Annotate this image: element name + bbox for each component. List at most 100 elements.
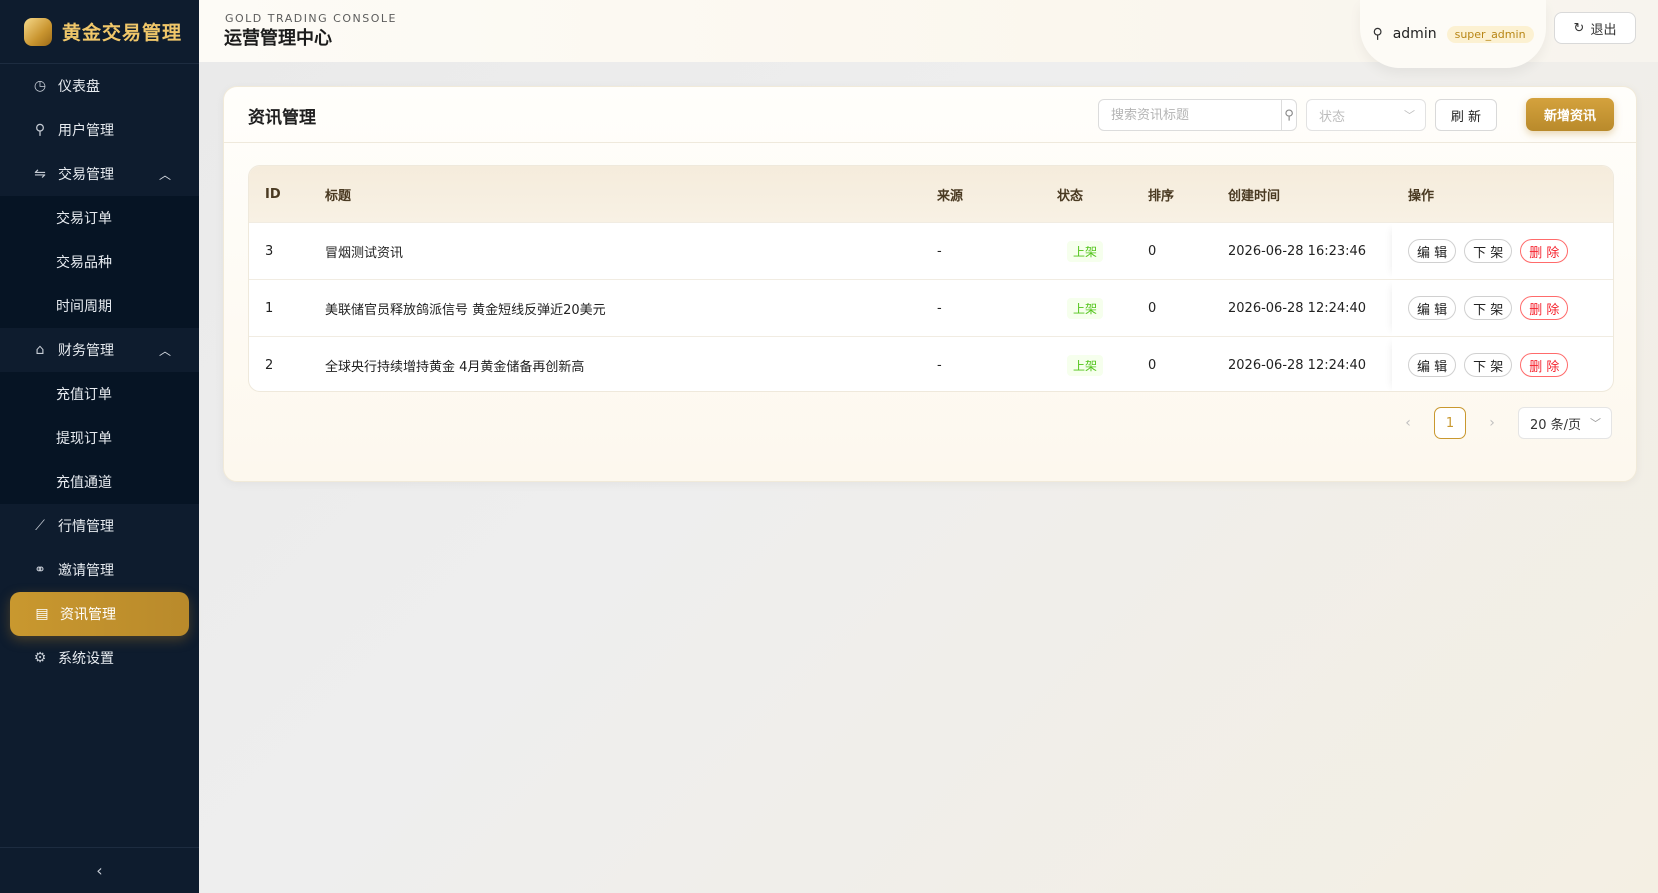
brand-logo <box>24 17 52 46</box>
col-header-actions: 操作 <box>1408 188 1435 204</box>
search-icon[interactable]: ⚲ <box>1281 100 1296 130</box>
delete-button[interactable]: 删 除 <box>1520 239 1569 263</box>
delete-button[interactable]: 删 除 <box>1520 353 1569 377</box>
edit-button[interactable]: 编 辑 <box>1408 239 1457 263</box>
search-input[interactable] <box>1099 100 1281 130</box>
add-news-button[interactable]: 新增资讯 <box>1526 98 1614 131</box>
sidebar-item-trading[interactable]: ⇋ 交易管理 ︿ <box>0 152 199 196</box>
cell-status: 上架 <box>1057 280 1104 336</box>
bank-icon: ⌂ <box>35 342 45 358</box>
top-header: GOLD TRADING CONSOLE 运营管理中心 ⚲ admin supe… <box>199 0 1658 68</box>
logout-button[interactable]: ↻ 退出 <box>1554 12 1636 44</box>
chevron-up-icon: ︿ <box>158 343 171 358</box>
logout-label: 退出 <box>1590 22 1617 38</box>
search-box: ⚲ <box>1098 99 1297 131</box>
cell-actions: 编 辑 下 架 删 除 <box>1392 223 1613 279</box>
table-row: 3 冒烟测试资讯 - 上架 0 2026-06-28 16:23:46 编 辑 … <box>249 222 1613 279</box>
sidebar-item-dashboard[interactable]: ◷ 仪表盘 <box>0 64 199 108</box>
cell-sort: 0 <box>1148 300 1157 316</box>
brand-title: 黄金交易管理 <box>62 22 183 44</box>
sidebar-item-label: 资讯管理 <box>60 607 116 623</box>
sidebar-collapse-button[interactable]: ‹ <box>0 847 199 893</box>
col-header-sort: 排序 <box>1148 188 1175 204</box>
cell-source: - <box>937 357 942 373</box>
offline-button[interactable]: 下 架 <box>1464 239 1513 263</box>
status-badge: 上架 <box>1067 297 1104 319</box>
sidebar-item-deposit-orders[interactable]: 充值订单 <box>0 372 199 416</box>
user-icon: ⚲ <box>1372 26 1383 42</box>
role-badge: super_admin <box>1446 25 1534 43</box>
sidebar-item-trade-orders[interactable]: 交易订单 <box>0 196 199 240</box>
sidebar-item-trade-products[interactable]: 交易品种 <box>0 240 199 284</box>
cell-created: 2026-06-28 12:24:40 <box>1228 357 1367 373</box>
chevron-down-icon: ﹀ <box>1404 109 1415 122</box>
offline-button[interactable]: 下 架 <box>1464 296 1513 320</box>
table-header: ID 标题 来源 状态 排序 创建时间 操作 <box>249 166 1613 222</box>
chevron-down-icon: ﹀ <box>1590 417 1601 430</box>
col-header-id: ID <box>265 186 281 202</box>
sidebar-item-market[interactable]: ⟋ 行情管理 <box>0 504 199 548</box>
cell-id: 3 <box>265 243 274 259</box>
sidebar: 黄金交易管理 ◷ 仪表盘 ⚲ 用户管理 ⇋ 交易管理 ︿ 交易订单 交易品种 时… <box>0 0 199 893</box>
sidebar-item-label: 用户管理 <box>58 123 114 139</box>
status-badge: 上架 <box>1067 354 1104 376</box>
sidebar-item-finance[interactable]: ⌂ 财务管理 ︿ <box>0 328 199 372</box>
edit-button[interactable]: 编 辑 <box>1408 296 1457 320</box>
swap-icon: ⇋ <box>34 166 46 182</box>
col-header-created: 创建时间 <box>1228 188 1281 204</box>
sidebar-item-time-periods[interactable]: 时间周期 <box>0 284 199 328</box>
cell-title: 美联储官员释放鸽派信号 黄金短线反弹近20美元 <box>325 302 606 318</box>
submenu-finance: 充值订单 提现订单 充值通道 <box>0 372 199 504</box>
news-table: ID 标题 来源 状态 排序 创建时间 操作 3 冒烟测试资讯 - 上架 0 2… <box>248 165 1614 392</box>
col-header-title: 标题 <box>325 188 352 204</box>
sidebar-item-users[interactable]: ⚲ 用户管理 <box>0 108 199 152</box>
chevron-left-icon: ‹ <box>96 861 103 880</box>
page-size-select[interactable]: 20 条/页 ﹀ <box>1518 407 1612 439</box>
gear-icon: ⚙ <box>33 650 47 666</box>
cell-sort: 0 <box>1148 243 1157 259</box>
sidebar-item-deposit-channels[interactable]: 充值通道 <box>0 460 199 504</box>
brand: 黄金交易管理 <box>0 0 199 64</box>
refresh-button[interactable]: 刷 新 <box>1435 99 1497 131</box>
delete-button[interactable]: 删 除 <box>1520 296 1569 320</box>
sidebar-menu: ◷ 仪表盘 ⚲ 用户管理 ⇋ 交易管理 ︿ 交易订单 交易品种 时间周期 ⌂ 财… <box>0 64 199 680</box>
status-badge: 上架 <box>1067 240 1104 262</box>
table-row: 1 美联储官员释放鸽派信号 黄金短线反弹近20美元 - 上架 0 2026-06… <box>249 279 1613 336</box>
sidebar-item-settings[interactable]: ⚙ 系统设置 <box>0 636 199 680</box>
next-page-icon[interactable]: › <box>1480 415 1504 431</box>
sidebar-item-label: 仪表盘 <box>58 79 100 95</box>
cell-created: 2026-06-28 16:23:46 <box>1228 243 1367 259</box>
cell-title: 全球央行持续增持黄金 4月黄金储备再创新高 <box>325 359 585 375</box>
page-number[interactable]: 1 <box>1434 407 1466 439</box>
user-name: admin <box>1392 26 1437 42</box>
sidebar-item-label: 交易品种 <box>56 255 112 271</box>
sidebar-item-label: 时间周期 <box>56 299 112 315</box>
prev-page-icon[interactable]: ‹ <box>1396 415 1420 431</box>
sidebar-item-label: 系统设置 <box>58 651 114 667</box>
cell-sort: 0 <box>1148 357 1157 373</box>
cell-actions: 编 辑 下 架 删 除 <box>1392 337 1613 391</box>
row-actions: 编 辑 下 架 删 除 <box>1408 280 1576 336</box>
sidebar-item-label: 交易管理 <box>58 167 114 183</box>
offline-button[interactable]: 下 架 <box>1464 353 1513 377</box>
user-chip[interactable]: ⚲ admin super_admin <box>1360 0 1546 68</box>
cell-source: - <box>937 300 942 316</box>
user-icon: ⚲ <box>34 122 46 138</box>
cell-status: 上架 <box>1057 223 1104 279</box>
news-card: 资讯管理 ⚲ 状态 ﹀ 刷 新 新增资讯 ID 标题 来源 状态 排序 创建时间… <box>223 86 1637 482</box>
sidebar-item-label: 行情管理 <box>58 519 114 535</box>
sidebar-item-label: 交易订单 <box>56 211 112 227</box>
card-title: 资讯管理 <box>248 108 316 128</box>
edit-button[interactable]: 编 辑 <box>1408 353 1457 377</box>
sidebar-item-label: 充值通道 <box>56 475 112 491</box>
status-select[interactable]: 状态 ﹀ <box>1306 99 1426 131</box>
sidebar-item-label: 充值订单 <box>56 387 112 403</box>
page-size-label: 20 条/页 <box>1530 417 1582 433</box>
sidebar-item-news[interactable]: ▤ 资讯管理 <box>10 592 189 636</box>
cell-title: 冒烟测试资讯 <box>325 245 404 261</box>
chevron-up-icon: ︿ <box>158 167 171 182</box>
card-header: 资讯管理 ⚲ 状态 ﹀ 刷 新 新增资讯 <box>224 87 1636 143</box>
col-header-status: 状态 <box>1057 188 1084 204</box>
sidebar-item-withdraw-orders[interactable]: 提现订单 <box>0 416 199 460</box>
sidebar-item-invite[interactable]: ⚭ 邀请管理 <box>0 548 199 592</box>
